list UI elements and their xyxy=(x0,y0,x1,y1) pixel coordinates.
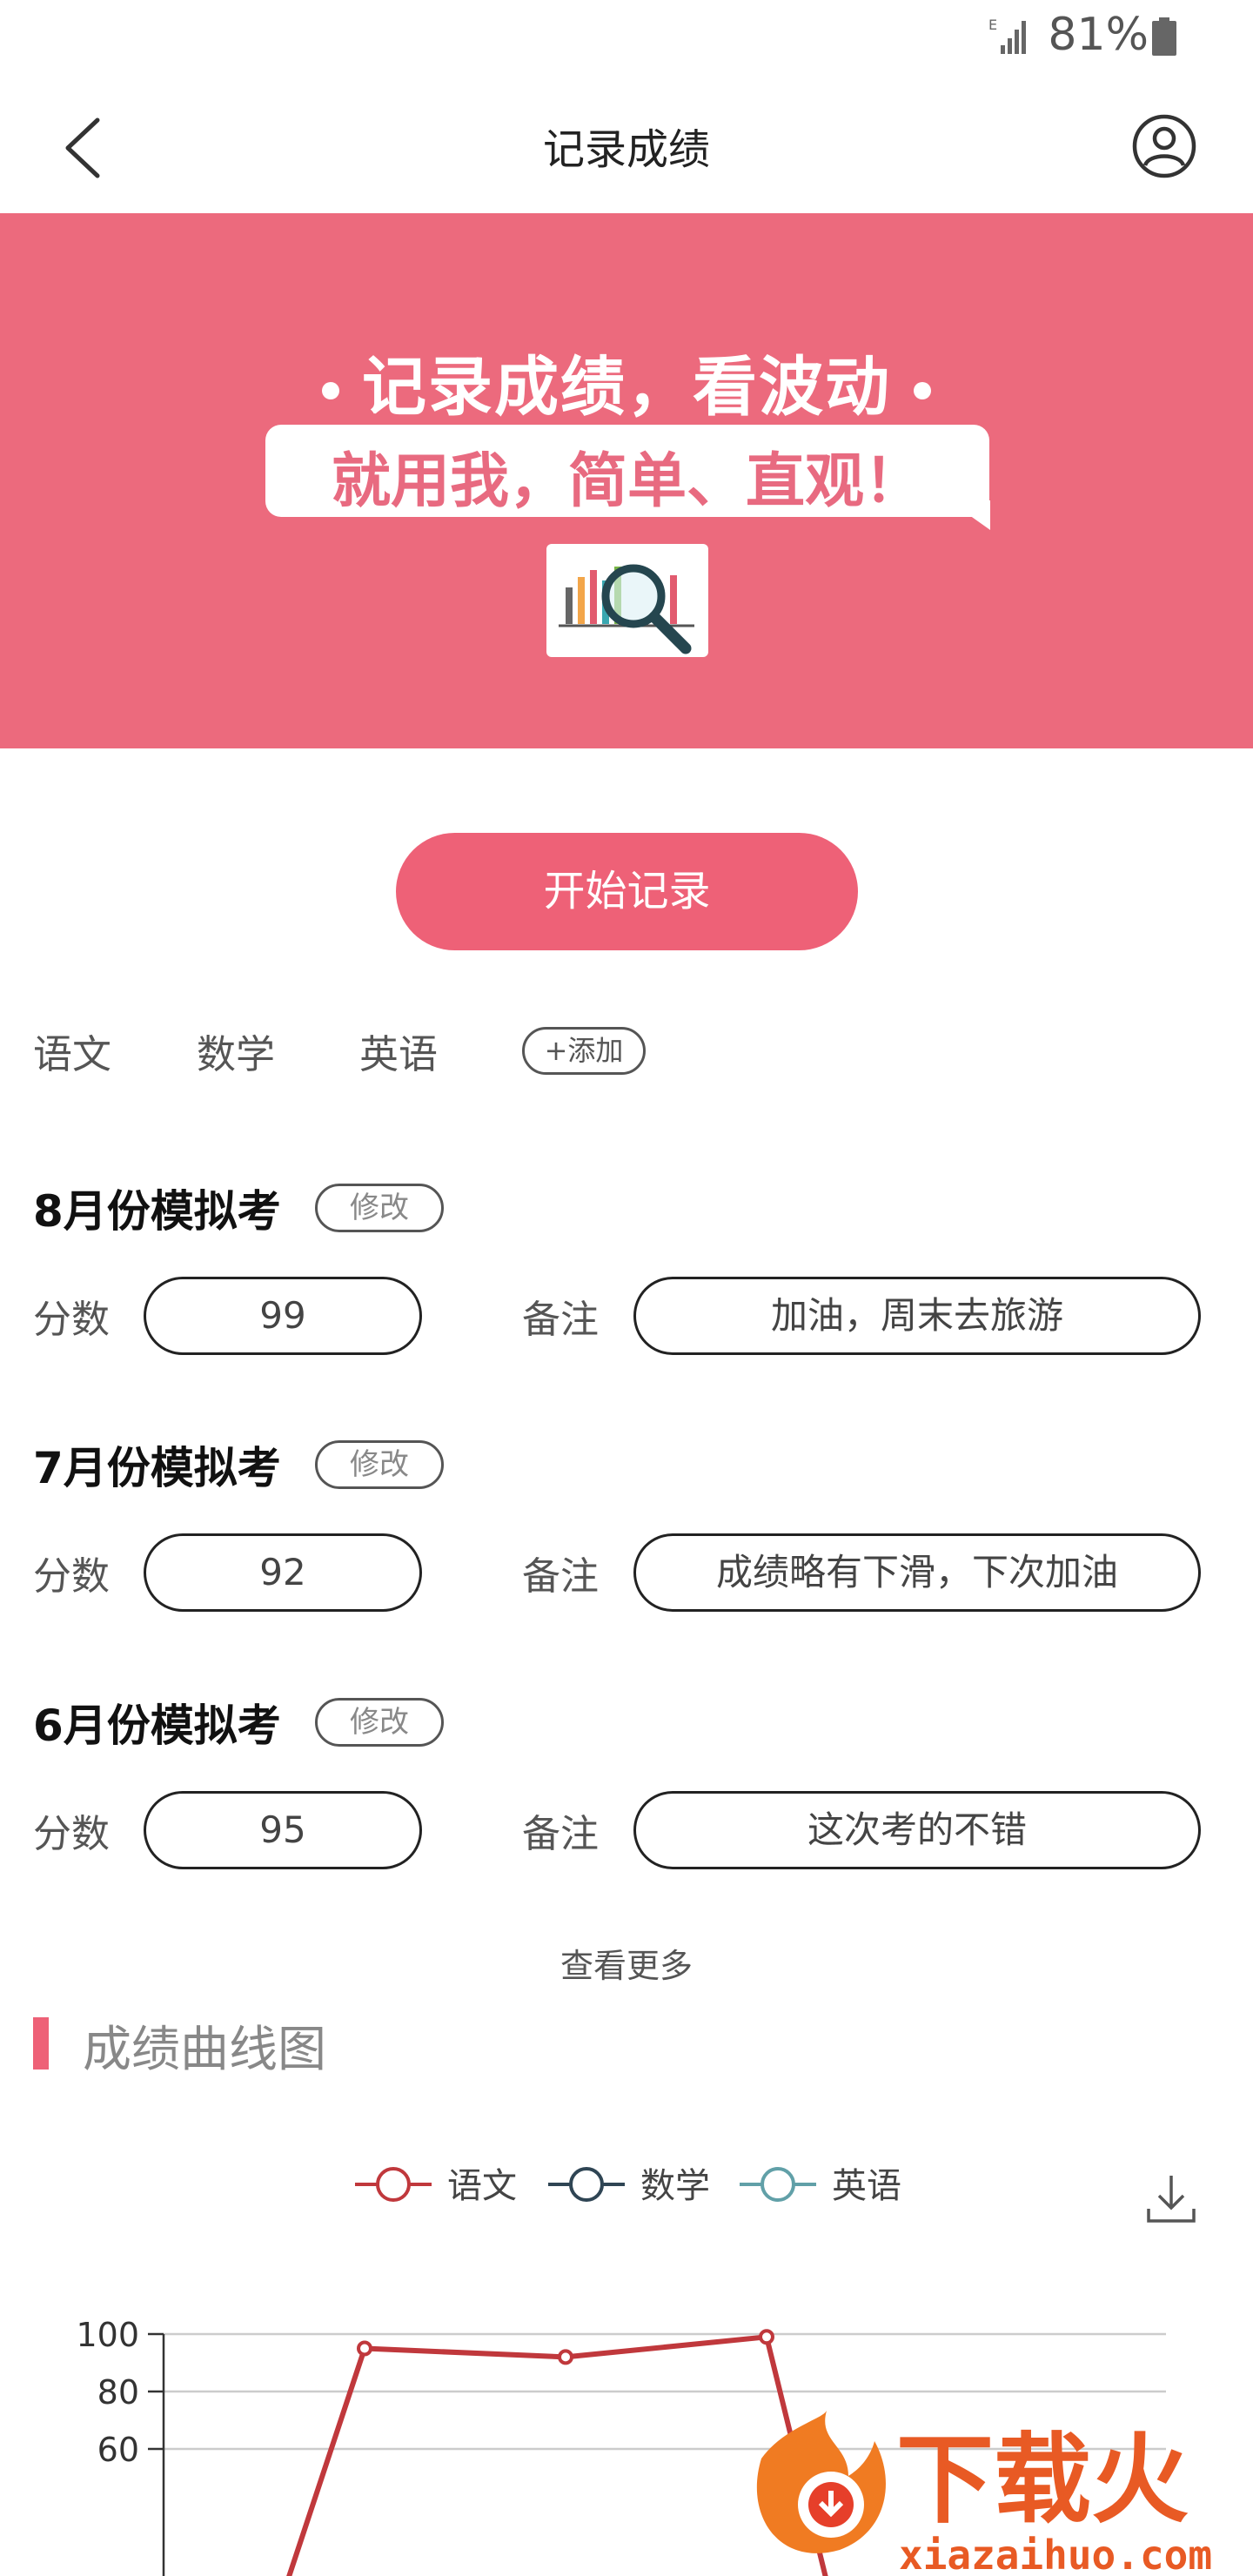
signal-icon: E xyxy=(988,17,1026,54)
tab-math[interactable]: 数学 xyxy=(197,1023,275,1079)
note-field[interactable]: 加油，周末去旅游 xyxy=(633,1277,1201,1355)
tab-english[interactable]: 英语 xyxy=(359,1023,438,1079)
status-bar: E 81% xyxy=(0,0,1253,78)
page-title: 记录成绩 xyxy=(542,125,710,174)
battery-icon xyxy=(1152,17,1176,56)
legend-label: 语文 xyxy=(447,2166,517,2206)
plus-icon: + xyxy=(544,1034,568,1067)
promo-banner: 记录成绩，看波动 就用我，简单、直观！ xyxy=(0,213,1253,748)
score-label: 分数 xyxy=(33,1298,110,1342)
note-field[interactable]: 这次考的不错 xyxy=(633,1791,1201,1869)
score-field[interactable]: 99 xyxy=(144,1277,422,1355)
bullet-dot xyxy=(914,382,931,400)
legend-marker xyxy=(761,2167,795,2202)
svg-text:E: E xyxy=(988,17,997,33)
y-tick-label: 100 xyxy=(76,2316,139,2354)
chart-magnifier-icon xyxy=(546,544,708,657)
score-field[interactable]: 92 xyxy=(144,1533,422,1612)
legend-label: 英语 xyxy=(832,2166,901,2206)
legend-marker xyxy=(376,2167,411,2202)
note-field[interactable]: 成绩略有下滑，下次加油 xyxy=(633,1533,1201,1612)
battery-percent: 81% xyxy=(1048,9,1149,61)
legend-item[interactable]: 数学 xyxy=(548,2166,710,2206)
section-title: 成绩曲线图 xyxy=(83,2022,326,2078)
chart-legend: 语文 数学 英语 xyxy=(355,2166,901,2206)
record-title: 7月份模拟考 xyxy=(33,1443,281,1493)
watermark-domain: xiazaihuo.com xyxy=(899,2532,1212,2576)
add-subject-button[interactable]: +添加 xyxy=(522,1027,646,1075)
note-label: 备注 xyxy=(522,1812,599,1856)
watermark-logo: 下载火 xiazaihuo.com xyxy=(756,2411,1212,2576)
score-label: 分数 xyxy=(33,1554,110,1599)
legend-item[interactable]: 英语 xyxy=(740,2166,901,2206)
data-point xyxy=(558,2349,573,2365)
score-field[interactable]: 95 xyxy=(144,1791,422,1869)
legend-label: 数学 xyxy=(640,2166,710,2206)
record-title: 6月份模拟考 xyxy=(33,1701,281,1751)
add-subject-label: 添加 xyxy=(567,1034,624,1067)
data-point xyxy=(357,2340,372,2357)
edit-record-button[interactable]: 修改 xyxy=(315,1184,444,1232)
edit-record-button[interactable]: 修改 xyxy=(315,1698,444,1747)
download-icon[interactable] xyxy=(1145,2172,1197,2226)
profile-icon[interactable] xyxy=(1129,111,1199,181)
banner-slogan: 就用我，简单、直观！ xyxy=(331,447,923,516)
tab-chinese[interactable]: 语文 xyxy=(33,1023,111,1079)
note-label: 备注 xyxy=(522,1554,599,1599)
legend-item[interactable]: 语文 xyxy=(355,2166,517,2206)
record-title: 8月份模拟考 xyxy=(33,1186,281,1237)
banner-headline-text: 记录成绩，看波动 xyxy=(362,350,891,425)
data-point xyxy=(759,2329,774,2345)
start-record-button[interactable]: 开始记录 xyxy=(396,833,858,950)
edit-record-button[interactable]: 修改 xyxy=(315,1440,444,1489)
note-label: 备注 xyxy=(522,1298,599,1342)
y-tick-label: 60 xyxy=(97,2431,139,2469)
y-tick-label: 80 xyxy=(97,2373,139,2412)
legend-marker xyxy=(569,2167,604,2202)
bullet-dot xyxy=(322,382,339,400)
banner-headline: 记录成绩，看波动 xyxy=(0,335,1253,428)
watermark-brand: 下载火 xyxy=(896,2424,1189,2537)
section-accent-bar xyxy=(33,2017,49,2070)
view-more-link[interactable]: 查看更多 xyxy=(0,1939,1253,1987)
score-label: 分数 xyxy=(33,1812,110,1856)
nav-bar: 记录成绩 xyxy=(0,78,1253,213)
